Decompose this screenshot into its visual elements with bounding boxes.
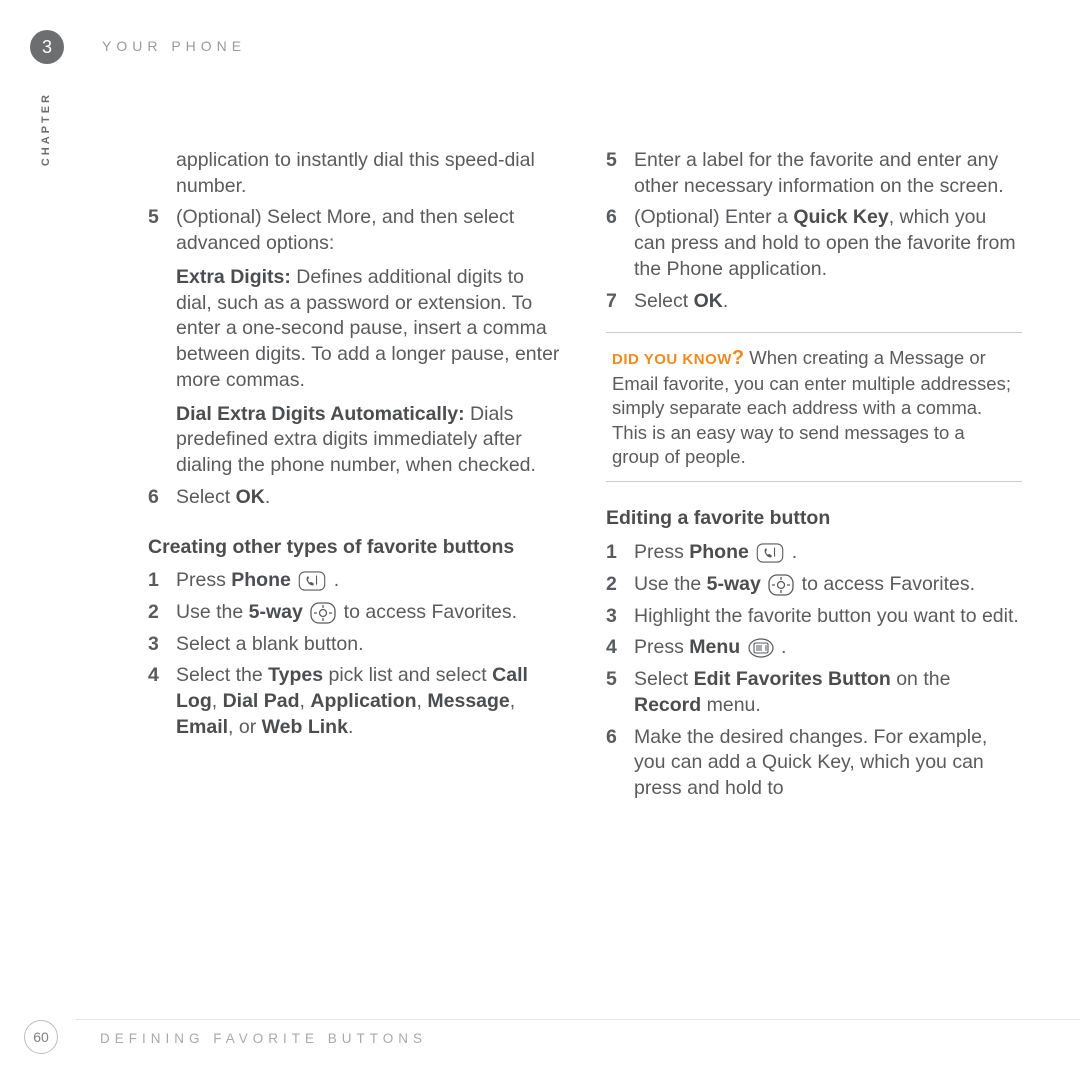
step-body: Select the Types pick list and select Ca… <box>176 663 564 740</box>
step-number: 5 <box>606 148 634 199</box>
step-number: 1 <box>606 540 634 566</box>
step-number: 5 <box>606 667 634 718</box>
step-number: 6 <box>148 485 176 511</box>
option-dial-auto: Dial Extra Digits Automatically: Dials p… <box>176 402 564 479</box>
step-number: 4 <box>606 635 634 661</box>
left-column: application to instantly dial this speed… <box>148 148 564 980</box>
step-number: 2 <box>606 572 634 598</box>
step-b2: 2 Use the 5-way to access Favorites. <box>606 572 1022 598</box>
step-number: 3 <box>606 604 634 630</box>
chapter-vertical-label: CHAPTER <box>40 92 52 166</box>
header-title: YOUR PHONE <box>102 38 246 54</box>
step-number: 5 <box>148 205 176 256</box>
step-body: Enter a label for the favorite and enter… <box>634 148 1022 199</box>
step-body: Select OK. <box>176 485 564 511</box>
step-body: (Optional) Select More, and then select … <box>176 205 564 256</box>
step-number: 3 <box>148 632 176 658</box>
phone-icon <box>756 543 784 563</box>
step-b6: 6 Make the desired changes. For example,… <box>606 725 1022 802</box>
option-extra-digits: Extra Digits: Defines additional digits … <box>176 265 564 394</box>
step-a1: 1 Press Phone . <box>148 568 564 594</box>
phone-icon <box>298 571 326 591</box>
step-body: Press Phone . <box>176 568 564 594</box>
step-body: Select OK. <box>634 289 1022 315</box>
section-heading-editing: Editing a favorite button <box>606 506 1022 532</box>
step-b4: 4 Press Menu . <box>606 635 1022 661</box>
footer-rule <box>76 1019 1080 1020</box>
step-b3: 3 Highlight the favorite button you want… <box>606 604 1022 630</box>
option-label: Extra Digits: <box>176 266 291 288</box>
step-6-left: 6 Select OK. <box>148 485 564 511</box>
step-b5: 5 Select Edit Favorites Button on the Re… <box>606 667 1022 718</box>
step-6-right: 6 (Optional) Enter a Quick Key, which yo… <box>606 205 1022 282</box>
step-number: 6 <box>606 205 634 282</box>
step-body: Use the 5-way to access Favorites. <box>176 600 564 626</box>
page-number: 60 <box>33 1029 49 1045</box>
step-a4: 4 Select the Types pick list and select … <box>148 663 564 740</box>
step-body: (Optional) Enter a Quick Key, which you … <box>634 205 1022 282</box>
step-number: 4 <box>148 663 176 740</box>
step-a3: 3 Select a blank button. <box>148 632 564 658</box>
step-number: 6 <box>606 725 634 802</box>
intro-continuation: application to instantly dial this speed… <box>176 148 564 199</box>
step-b1: 1 Press Phone . <box>606 540 1022 566</box>
option-label: Dial Extra Digits Automatically: <box>176 403 465 425</box>
menu-icon <box>748 638 774 658</box>
chapter-number-badge: 3 <box>30 30 64 64</box>
callout-label: DID YOU KNOW <box>612 351 732 368</box>
did-you-know-callout: DID YOU KNOW? When creating a Message or… <box>606 332 1022 482</box>
step-body: Highlight the favorite button you want t… <box>634 604 1022 630</box>
step-5-right: 5 Enter a label for the favorite and ent… <box>606 148 1022 199</box>
step-number: 7 <box>606 289 634 315</box>
step-body: Select Edit Favorites Button on the Reco… <box>634 667 1022 718</box>
step-body: Make the desired changes. For example, y… <box>634 725 1022 802</box>
step-number: 2 <box>148 600 176 626</box>
five-way-icon <box>310 602 336 624</box>
step-7-right: 7 Select OK. <box>606 289 1022 315</box>
footer-title: DEFINING FAVORITE BUTTONS <box>100 1031 427 1046</box>
five-way-icon <box>768 574 794 596</box>
callout-question-mark: ? <box>732 347 744 369</box>
right-column: 5 Enter a label for the favorite and ent… <box>606 148 1022 980</box>
step-body: Press Phone . <box>634 540 1022 566</box>
page-content: application to instantly dial this speed… <box>148 148 1022 980</box>
step-number: 1 <box>148 568 176 594</box>
step-5-left: 5 (Optional) Select More, and then selec… <box>148 205 564 256</box>
step-body: Select a blank button. <box>176 632 564 658</box>
step-body: Use the 5-way to access Favorites. <box>634 572 1022 598</box>
chapter-number: 3 <box>42 37 52 58</box>
step-body: Press Menu . <box>634 635 1022 661</box>
page-number-badge: 60 <box>24 1020 58 1054</box>
section-heading-creating: Creating other types of favorite buttons <box>148 535 564 561</box>
step-a2: 2 Use the 5-way to access Favorites. <box>148 600 564 626</box>
